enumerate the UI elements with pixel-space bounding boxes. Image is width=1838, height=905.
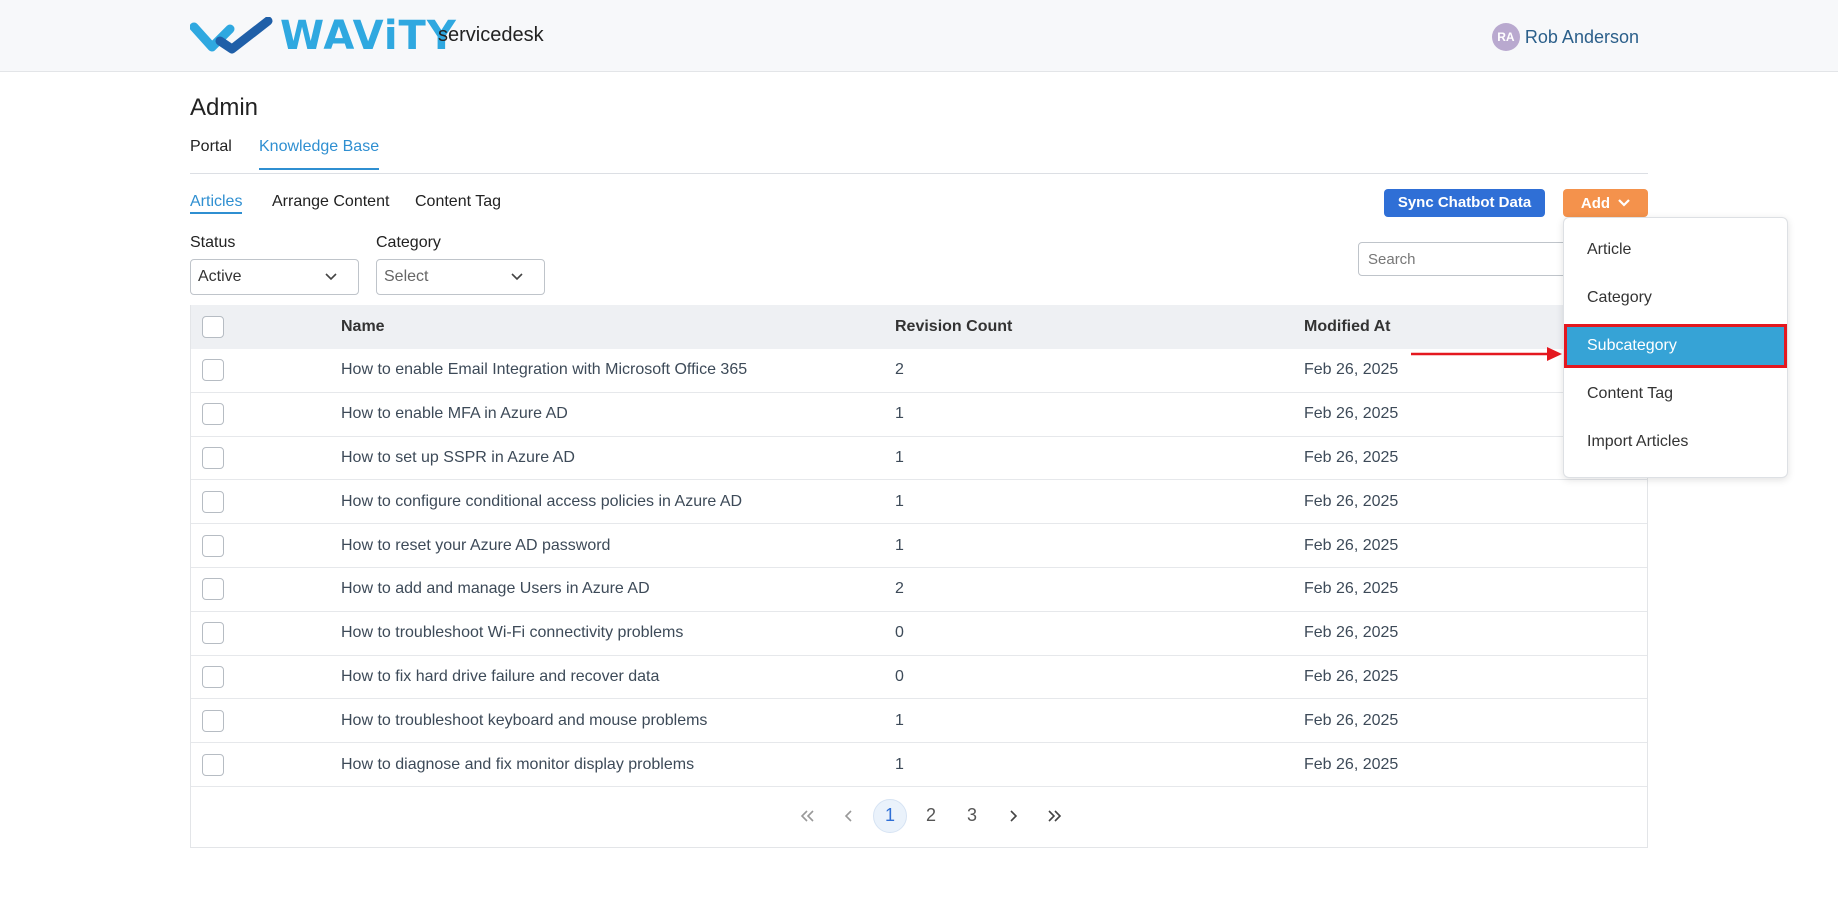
add-dropdown-menu: Article Category Subcategory Content Tag… — [1563, 217, 1788, 478]
top-bar: WAViTY servicedesk RA Rob Anderson — [0, 0, 1838, 72]
row-checkbox[interactable] — [202, 446, 224, 469]
column-header-name[interactable]: Name — [341, 318, 385, 336]
status-select[interactable]: Active — [190, 259, 359, 295]
revision-count: 1 — [895, 755, 904, 773]
table-row[interactable]: How to add and manage Users in Azure AD 2… — [191, 568, 1647, 612]
revision-count: 1 — [895, 492, 904, 510]
revision-count: 1 — [895, 536, 904, 554]
page-1-button[interactable]: 1 — [873, 798, 907, 833]
articles-table: Name Revision Count Modified At How to e… — [190, 305, 1648, 848]
page-2-button[interactable]: 2 — [914, 799, 948, 833]
modified-at: Feb 26, 2025 — [1304, 580, 1399, 598]
category-filter-label: Category — [376, 234, 441, 251]
column-header-modified-at[interactable]: Modified At — [1304, 318, 1391, 336]
logo[interactable]: WAViTY — [190, 16, 457, 56]
modified-at: Feb 26, 2025 — [1304, 361, 1399, 379]
article-name[interactable]: How to troubleshoot keyboard and mouse p… — [341, 712, 707, 730]
red-arrow-icon — [1411, 347, 1562, 361]
revision-count: 1 — [895, 711, 904, 729]
table-row[interactable]: How to reset your Azure AD password 1 Feb … — [191, 524, 1647, 568]
tab-knowledge-base[interactable]: Knowledge Base — [259, 138, 380, 170]
previous-page-icon[interactable] — [832, 799, 866, 833]
menu-item-content-tag[interactable]: Content Tag — [1564, 372, 1787, 416]
row-checkbox[interactable] — [202, 534, 224, 557]
table-row[interactable]: How to set up SSPR in Azure AD 1 Feb 26, 2… — [191, 437, 1647, 481]
select-all-checkbox[interactable] — [202, 316, 224, 338]
revision-count: 0 — [895, 624, 904, 642]
modified-at: Feb 26, 2025 — [1304, 711, 1399, 729]
row-checkbox[interactable] — [202, 753, 224, 776]
primary-tabs: Portal Knowledge Base — [190, 136, 1648, 174]
sync-chatbot-data-button[interactable]: Sync Chatbot Data — [1384, 189, 1545, 217]
modified-at: Feb 26, 2025 — [1304, 536, 1399, 554]
article-name[interactable]: How to add and manage Users in Azure AD — [341, 580, 650, 598]
modified-at: Feb 26, 2025 — [1304, 667, 1399, 685]
pagination: 1 2 3 — [191, 787, 1647, 847]
category-select[interactable]: Select — [376, 259, 545, 295]
row-checkbox[interactable] — [202, 403, 224, 426]
column-header-revision-count[interactable]: Revision Count — [895, 318, 1012, 336]
menu-item-category[interactable]: Category — [1564, 276, 1787, 320]
menu-item-article[interactable]: Article — [1564, 228, 1787, 272]
table-row[interactable]: How to troubleshoot Wi-Fi connectivity p… — [191, 612, 1647, 656]
subtab-arrange-content[interactable]: Arrange Content — [272, 193, 389, 211]
table-row[interactable]: How to enable MFA in Azure AD 1 Feb 26, 20… — [191, 393, 1647, 437]
search-input[interactable] — [1358, 242, 1588, 276]
last-page-icon[interactable] — [1037, 799, 1071, 833]
status-filter-label: Status — [190, 234, 236, 251]
row-checkbox[interactable] — [202, 622, 224, 645]
table-header: Name Revision Count Modified At — [191, 305, 1647, 349]
page-title: Admin — [190, 94, 259, 121]
first-page-icon[interactable] — [791, 799, 825, 833]
row-checkbox[interactable] — [202, 709, 224, 732]
revision-count: 1 — [895, 405, 904, 423]
revision-count: 1 — [895, 448, 904, 466]
modified-at: Feb 26, 2025 — [1304, 492, 1399, 510]
table-row[interactable]: How to troubleshoot keyboard and mouse p… — [191, 699, 1647, 744]
page-3-button[interactable]: 3 — [955, 799, 989, 833]
article-name[interactable]: How to configure conditional access poli… — [341, 493, 742, 511]
row-checkbox[interactable] — [202, 490, 224, 513]
add-button-label: Add — [1580, 194, 1611, 212]
table-row[interactable]: How to fix hard drive failure and recove… — [191, 656, 1647, 700]
menu-item-import-articles[interactable]: Import Articles — [1564, 420, 1787, 464]
table-body: How to enable Email Integration with Mic… — [191, 349, 1647, 787]
row-checkbox[interactable] — [202, 578, 224, 601]
modified-at: Feb 26, 2025 — [1304, 405, 1399, 423]
article-name[interactable]: How to enable MFA in Azure AD — [341, 405, 568, 423]
table-row[interactable]: How to configure conditional access poli… — [191, 480, 1647, 525]
modified-at: Feb 26, 2025 — [1304, 624, 1399, 642]
avatar: RA — [1491, 23, 1520, 51]
add-button[interactable]: Add — [1563, 189, 1648, 217]
subtab-content-tag[interactable]: Content Tag — [415, 193, 501, 211]
next-page-icon[interactable] — [996, 799, 1030, 833]
chevron-down-icon — [510, 270, 524, 289]
menu-item-subcategory[interactable]: Subcategory — [1564, 324, 1787, 368]
revision-count: 2 — [895, 580, 904, 598]
article-name[interactable]: How to troubleshoot Wi-Fi connectivity p… — [341, 624, 683, 642]
article-name[interactable]: How to enable Email Integration with Mic… — [341, 361, 747, 379]
chevron-down-icon — [1618, 199, 1630, 207]
article-name[interactable]: How to fix hard drive failure and recove… — [341, 668, 659, 686]
article-name[interactable]: How to diagnose and fix monitor display … — [341, 756, 694, 774]
article-name[interactable]: How to set up SSPR in Azure AD — [341, 449, 575, 467]
tab-portal[interactable]: Portal — [190, 138, 232, 168]
user-name: Rob Anderson — [1524, 26, 1639, 47]
modified-at: Feb 26, 2025 — [1304, 448, 1399, 466]
row-checkbox[interactable] — [202, 359, 224, 382]
status-select-value: Active — [198, 268, 242, 285]
row-checkbox[interactable] — [202, 665, 224, 688]
revision-count: 2 — [895, 361, 904, 379]
subtab-articles[interactable]: Articles — [190, 193, 243, 214]
brand-name: WAViTY — [280, 13, 457, 59]
chevron-down-icon — [324, 270, 338, 289]
article-name[interactable]: How to reset your Azure AD password — [341, 537, 610, 555]
category-select-value: Select — [384, 268, 429, 285]
product-name: servicedesk — [438, 24, 544, 46]
revision-count: 0 — [895, 667, 904, 685]
modified-at: Feb 26, 2025 — [1304, 755, 1399, 773]
wavity-check-icon — [190, 17, 273, 54]
table-row[interactable]: How to diagnose and fix monitor display … — [191, 743, 1647, 787]
user-menu[interactable]: RA Rob Anderson — [1491, 23, 1639, 51]
